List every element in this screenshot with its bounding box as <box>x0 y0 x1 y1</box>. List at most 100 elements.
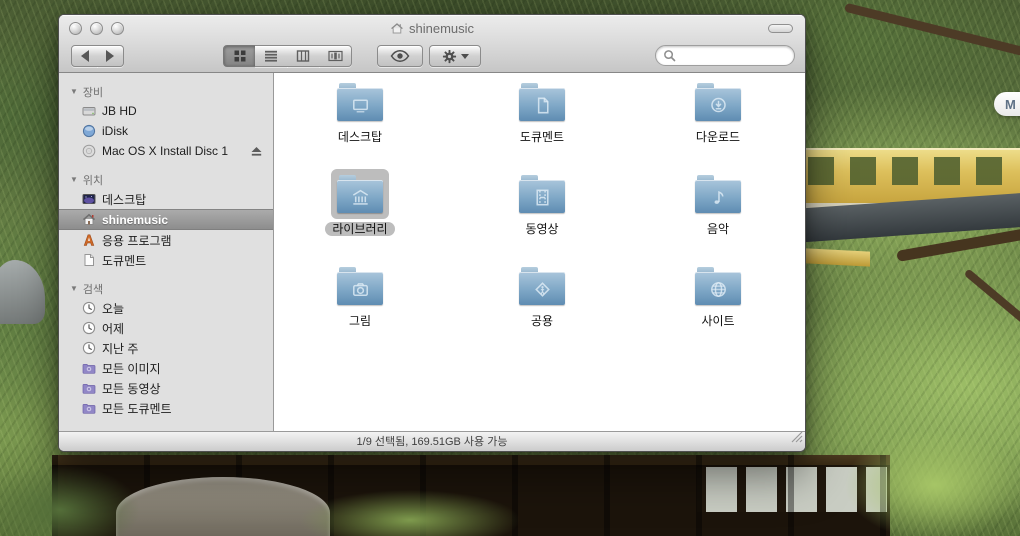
sidebar-item-install-disc[interactable]: Mac OS X Install Disc 1 <box>59 141 273 161</box>
traffic-lights <box>69 22 124 35</box>
sidebar-item-today[interactable]: 오늘 <box>59 298 273 318</box>
sidebar-item-desktop[interactable]: 데스크탑 <box>59 189 273 209</box>
clock-icon <box>81 341 96 355</box>
coverflow-view-icon <box>328 49 343 63</box>
search-field[interactable] <box>655 45 795 66</box>
sites-folder-glyph <box>695 274 741 305</box>
folder-label: 라이브러리 <box>325 222 394 236</box>
sidebar-item-documents[interactable]: 도큐멘트 <box>59 250 273 270</box>
search-input[interactable] <box>680 46 794 65</box>
sidebar-item-label: iDisk <box>102 124 128 138</box>
toolbar-toggle-button[interactable] <box>768 24 793 33</box>
sidebar-header-search[interactable]: ▼검색 <box>59 279 273 298</box>
folder-icon <box>337 175 383 213</box>
document-icon <box>81 253 96 267</box>
home-title-icon <box>390 22 404 35</box>
folder-icon <box>337 267 383 305</box>
zoom-button[interactable] <box>111 22 124 35</box>
chevron-down-icon <box>461 54 469 63</box>
quick-look-button[interactable] <box>377 45 423 67</box>
window-title: shinemusic <box>409 21 474 36</box>
resize-grip[interactable] <box>791 430 803 450</box>
folder-icon <box>519 175 565 213</box>
folder-icon <box>337 83 383 121</box>
folder-public[interactable]: 공용 <box>477 261 607 329</box>
folder-pictures[interactable]: 그림 <box>295 261 425 329</box>
sidebar-item-label: 지난 주 <box>102 340 138 357</box>
sidebar-item-label: 응용 프로그램 <box>102 232 172 249</box>
action-menu-button[interactable] <box>429 45 481 67</box>
background-pine-clump <box>845 430 1020 536</box>
sidebar-item-applications[interactable]: 응용 프로그램 <box>59 230 273 250</box>
folder-label: 다운로드 <box>689 130 747 144</box>
library-folder-glyph <box>337 182 383 213</box>
sidebar-item-label: 오늘 <box>102 300 124 317</box>
sidebar-item-all-movies[interactable]: 모든 동영상 <box>59 378 273 398</box>
sidebar-item-label: 도큐멘트 <box>102 252 146 269</box>
gear-icon <box>442 49 457 64</box>
search-icon <box>663 49 676 62</box>
folder-label: 음악 <box>700 222 736 236</box>
smart-folder-icon <box>81 362 96 374</box>
sidebar-header-devices[interactable]: ▼장비 <box>59 82 273 101</box>
sidebar-section-label: 장비 <box>83 84 103 100</box>
sidebar-item-idisk[interactable]: iDisk <box>59 121 273 141</box>
column-view-button[interactable] <box>287 45 320 67</box>
folder-icon <box>519 267 565 305</box>
folder-label: 도큐멘트 <box>513 130 571 144</box>
folder-label: 공용 <box>524 314 560 328</box>
clock-icon <box>81 301 96 315</box>
list-view-button[interactable] <box>255 45 288 67</box>
folder-label: 사이트 <box>694 314 741 328</box>
close-button[interactable] <box>69 22 82 35</box>
back-button[interactable] <box>71 45 98 67</box>
coverflow-view-button[interactable] <box>319 45 352 67</box>
status-text: 1/9 선택됨, 169.51GB 사용 가능 <box>357 436 508 448</box>
notification-pill[interactable]: M <box>994 92 1020 116</box>
sidebar-item-label: JB HD <box>102 104 137 118</box>
sidebar-item-yesterday[interactable]: 어제 <box>59 318 273 338</box>
smart-folder-icon <box>81 382 96 394</box>
sidebar-item-home-selected[interactable]: shinemusic <box>59 209 273 230</box>
sidebar-section-devices: ▼장비 JB HD iDisk Mac OS X Install Disc 1 <box>59 82 273 161</box>
minimize-button[interactable] <box>90 22 103 35</box>
sidebar-header-places[interactable]: ▼ 위치 <box>59 170 273 189</box>
sidebar-item-label: 모든 이미지 <box>102 360 161 377</box>
column-view-icon <box>296 49 310 63</box>
eye-icon <box>390 50 410 62</box>
folder-sites[interactable]: 사이트 <box>653 261 783 329</box>
sidebar-item-all-documents[interactable]: 모든 도큐멘트 <box>59 398 273 418</box>
desktop-folder-glyph <box>337 90 383 121</box>
folder-movies[interactable]: 동영상 <box>477 169 607 237</box>
home-icon <box>81 213 96 226</box>
notification-pill-text: M <box>1005 97 1016 112</box>
folder-documents[interactable]: 도큐멘트 <box>477 77 607 145</box>
folder-label: 그림 <box>342 314 378 328</box>
forward-arrow-icon <box>106 50 114 62</box>
folder-icon <box>695 267 741 305</box>
folder-library-selected[interactable]: 라이브러리 <box>295 169 425 237</box>
movies-folder-glyph <box>519 182 565 213</box>
window-title-area: shinemusic <box>390 15 474 41</box>
sidebar-item-all-images[interactable]: 모든 이미지 <box>59 358 273 378</box>
background-pine-clump <box>0 465 140 536</box>
file-browser-area: 데스크탑 도큐멘트 다운로드 <box>274 73 805 431</box>
public-folder-glyph <box>519 274 565 305</box>
sidebar: ▼장비 JB HD iDisk Mac OS X Install Disc 1 <box>59 73 274 431</box>
folder-music[interactable]: 음악 <box>653 169 783 237</box>
background-pavilion-windows <box>808 157 1010 185</box>
sidebar-item-jb-hd[interactable]: JB HD <box>59 101 273 121</box>
folder-desktop[interactable]: 데스크탑 <box>295 77 425 145</box>
disclosure-triangle-icon: ▼ <box>70 175 78 184</box>
sidebar-section-label: 위치 <box>83 172 103 188</box>
desktop-picture-icon <box>81 192 96 206</box>
icon-view-button[interactable] <box>223 45 256 67</box>
downloads-folder-glyph <box>695 90 741 121</box>
sidebar-item-past-week[interactable]: 지난 주 <box>59 338 273 358</box>
icon-view-icon <box>233 49 247 63</box>
forward-button[interactable] <box>97 45 124 67</box>
folder-downloads[interactable]: 다운로드 <box>653 77 783 145</box>
eject-button[interactable] <box>250 145 263 160</box>
folder-icon <box>695 83 741 121</box>
sidebar-section-search: ▼검색 오늘 어제 지난 주 모든 이미지 <box>59 279 273 418</box>
